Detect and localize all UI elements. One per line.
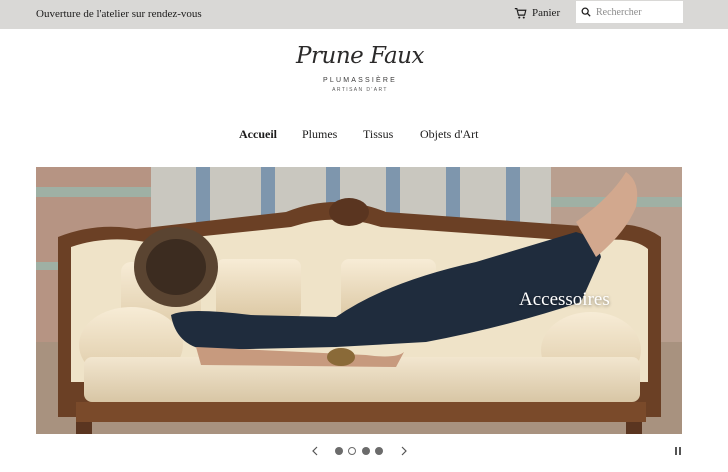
- slide-dot-1[interactable]: [335, 447, 343, 455]
- site-logo[interactable]: Prune Faux PLUMASSIÈRE ARTISAN D'ART: [290, 42, 430, 104]
- slide-caption[interactable]: Accessoires: [519, 288, 610, 312]
- announcement-bar: Ouverture de l'atelier sur rendez-vous P…: [0, 0, 728, 29]
- slide-dot-2[interactable]: [348, 447, 356, 455]
- chevron-right-icon[interactable]: [398, 444, 410, 458]
- hero-slideshow[interactable]: Accessoires: [36, 167, 682, 434]
- pause-icon[interactable]: [674, 447, 682, 456]
- nav-item-plumes[interactable]: Plumes: [302, 126, 337, 142]
- chevron-left-icon[interactable]: [308, 444, 320, 458]
- nav-item-objets-d-art[interactable]: Objets d'Art: [420, 126, 479, 142]
- cart-link[interactable]: Panier: [514, 5, 560, 21]
- slide-dot-3[interactable]: [362, 447, 370, 455]
- pause-bar-left: [675, 447, 677, 455]
- logo-script: Prune Faux: [296, 43, 424, 69]
- cart-label: Panier: [532, 7, 561, 19]
- search-input[interactable]: [596, 3, 680, 21]
- main-nav: Accueil Plumes Tissus Objets d'Art: [0, 126, 728, 142]
- nav-item-accueil[interactable]: Accueil: [239, 126, 277, 142]
- logo-subtitle: PLUMASSIÈRE: [323, 77, 397, 84]
- pause-bar-right: [679, 447, 681, 455]
- nav-item-tissus[interactable]: Tissus: [363, 126, 393, 142]
- slideshow-controls: [0, 444, 728, 458]
- slide-dot-4[interactable]: [375, 447, 383, 455]
- logo-tagline: ARTISAN D'ART: [332, 87, 388, 93]
- search-box[interactable]: [576, 1, 683, 23]
- search-icon[interactable]: [576, 1, 596, 23]
- announcement-text: Ouverture de l'atelier sur rendez-vous: [36, 8, 202, 20]
- cart-icon: [514, 7, 527, 19]
